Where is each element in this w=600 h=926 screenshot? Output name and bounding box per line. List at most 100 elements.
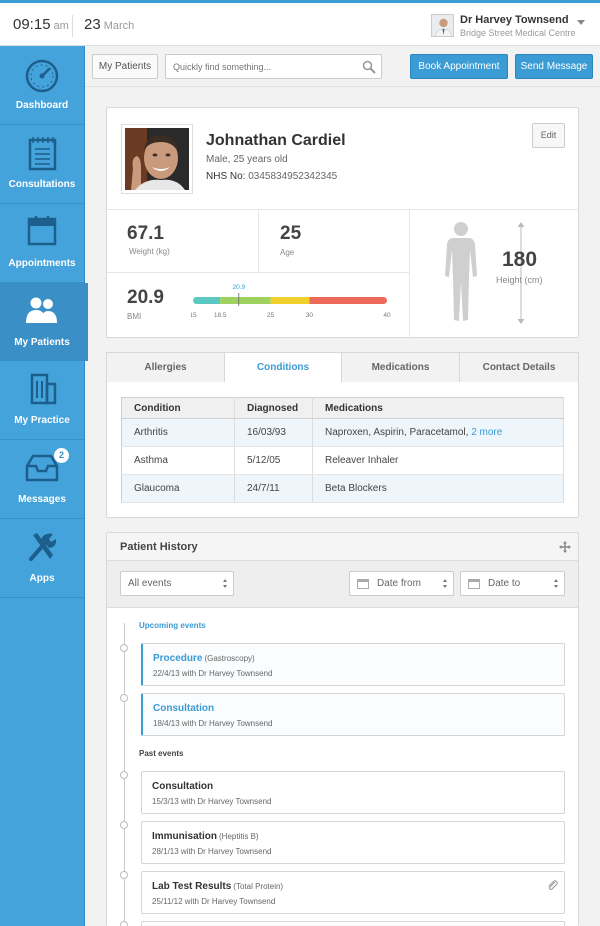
medications-cell: Releaver Inhaler: [312, 446, 564, 475]
calendar-icon: [357, 579, 369, 589]
event-date-doctor: 22/4/13 with Dr Harvey Townsend: [153, 669, 273, 678]
sidebar-item-messages[interactable]: 2 Messages: [0, 440, 84, 519]
table-header-row: Condition Diagnosed Medications: [121, 397, 564, 419]
column-header[interactable]: Condition: [121, 397, 235, 419]
column-header[interactable]: Diagnosed: [234, 397, 313, 419]
divider: [258, 209, 259, 272]
bmi-value: 20.9: [127, 287, 164, 308]
event-detail: (Total Protein): [233, 882, 284, 891]
send-message-button[interactable]: Send Message: [515, 54, 593, 79]
search-icon[interactable]: [362, 60, 376, 74]
divider: [409, 209, 410, 339]
age-value: 25: [280, 223, 302, 244]
timeline-dot: [120, 694, 128, 702]
bmi-tick-label: 30: [306, 312, 314, 319]
event-detail: (Heptitis B): [219, 832, 259, 841]
tab-allergies[interactable]: Allergies: [106, 352, 225, 383]
event-card[interactable]: Immunisation (Heptitis B) 28/1/13 with Dr…: [141, 821, 565, 864]
event-card[interactable]: Procedure (Gastroscopy) 22/4/13 with Dr H…: [141, 643, 565, 686]
event-date-doctor: 28/1/13 with Dr Harvey Townsend: [152, 847, 272, 856]
attachment-icon[interactable]: [546, 879, 558, 891]
patient-gender-age: Male, 25 years old: [206, 154, 288, 165]
event-type-select[interactable]: All events: [120, 571, 234, 596]
table-row[interactable]: Arthritis 16/03/93 Naproxen, Aspirin, Pa…: [121, 418, 564, 447]
search-input[interactable]: [173, 59, 353, 75]
height-label: Height (cm): [496, 275, 543, 285]
select-arrows-icon: [443, 579, 448, 589]
bmi-tick-label: 18.5: [214, 312, 227, 319]
patient-tabs: Allergies Conditions Medications Contact…: [106, 352, 579, 383]
user-name[interactable]: Dr Harvey Townsend: [460, 14, 569, 26]
bmi-range-segment: [309, 297, 383, 304]
sidebar-item-my-practice[interactable]: My Practice: [0, 361, 84, 440]
bmi-marker-label: 20.9: [232, 284, 245, 291]
timeline-dot: [120, 821, 128, 829]
sidebar-item-apps[interactable]: Apps: [0, 519, 84, 598]
sidebar-item-label: Dashboard: [15, 100, 69, 111]
tools-icon: [29, 533, 57, 561]
event-card[interactable]: [141, 921, 565, 926]
height-ruler-icon: [517, 222, 525, 324]
column-header[interactable]: Medications: [312, 397, 564, 419]
date-to-select[interactable]: Date to: [460, 571, 565, 596]
height-value: 180: [502, 248, 538, 271]
calendar-icon: [27, 216, 57, 246]
tab-conditions[interactable]: Conditions: [224, 352, 342, 383]
top-bar: 09:15 am 23 March Dr Harvey Townsend Bridg…: [0, 0, 600, 46]
sidebar-item-appointments[interactable]: Appointments: [0, 204, 84, 283]
book-appointment-button[interactable]: Book Appointment: [410, 54, 508, 79]
sidebar-item-consultations[interactable]: Consultations: [0, 125, 84, 204]
more-medications-link[interactable]: 2 more: [471, 427, 502, 438]
date-from-select[interactable]: Date from: [349, 571, 454, 596]
nhs-value: 0345834952342345: [248, 171, 338, 182]
event-type-value: All events: [128, 578, 172, 589]
event-title: Consultation: [152, 781, 214, 792]
patient-history-panel: Patient History All events Date from Dat…: [106, 532, 579, 926]
history-filters: All events Date from Date to: [107, 561, 578, 608]
bmi-scale-gauge: 15 18.5 25 30 40 20.9: [191, 284, 391, 319]
diagnosed-cell: 24/7/11: [234, 474, 313, 503]
current-date: 23 March: [84, 16, 134, 33]
patient-portrait: [125, 128, 189, 190]
edit-patient-button[interactable]: Edit: [532, 123, 565, 148]
date-month: March: [103, 20, 135, 32]
medications-cell: Beta Blockers: [312, 474, 564, 503]
clock: 09:15 am: [13, 16, 69, 33]
search-field[interactable]: [165, 54, 382, 79]
diagnosed-cell: 5/12/05: [234, 446, 313, 475]
gauge-icon: [25, 59, 59, 93]
event-title: Procedure: [153, 653, 203, 664]
conditions-table: Condition Diagnosed Medications Arthriti…: [121, 397, 564, 503]
my-patients-button[interactable]: My Patients: [92, 54, 158, 79]
event-card[interactable]: Lab Test Results (Total Protein) 25/11/12…: [141, 871, 565, 914]
bmi-tick-label: 40: [383, 312, 391, 319]
event-title: Lab Test Results: [152, 881, 232, 892]
condition-cell: Arthritis: [121, 418, 235, 447]
date-from-value: Date from: [377, 578, 421, 589]
sidebar-item-dashboard[interactable]: Dashboard: [0, 46, 84, 125]
sidebar-item-my-patients[interactable]: My Patients: [0, 283, 88, 361]
move-icon[interactable]: [559, 541, 571, 553]
divider: [107, 272, 409, 273]
sidebar-item-label: Messages: [18, 494, 66, 505]
users-icon: [26, 297, 57, 323]
sidebar: Dashboard Consultations Appointments My …: [0, 46, 88, 926]
tab-medications[interactable]: Medications: [341, 352, 460, 383]
table-row[interactable]: Asthma 5/12/05 Releaver Inhaler: [121, 446, 564, 475]
user-avatar[interactable]: [431, 14, 454, 37]
condition-cell: Asthma: [121, 446, 235, 475]
divider: [85, 86, 600, 87]
clock-ampm: am: [53, 20, 69, 32]
event-card[interactable]: Consultation 18/4/13 with Dr Harvey Town…: [141, 693, 565, 736]
notepad-icon: [28, 137, 57, 171]
event-card[interactable]: Consultation 15/3/13 with Dr Harvey Town…: [141, 771, 565, 814]
user-menu-caret-icon[interactable]: [577, 20, 585, 25]
select-arrows-icon: [554, 579, 559, 589]
patient-name: Johnathan Cardiel: [206, 132, 346, 149]
weight-value: 67.1: [127, 223, 164, 244]
bmi-label: BMI: [127, 312, 142, 321]
tab-contact-details[interactable]: Contact Details: [459, 352, 579, 383]
select-arrows-icon: [223, 579, 228, 589]
upcoming-events-label: Upcoming events: [139, 621, 206, 630]
table-row[interactable]: Glaucoma 24/7/11 Beta Blockers: [121, 474, 564, 503]
